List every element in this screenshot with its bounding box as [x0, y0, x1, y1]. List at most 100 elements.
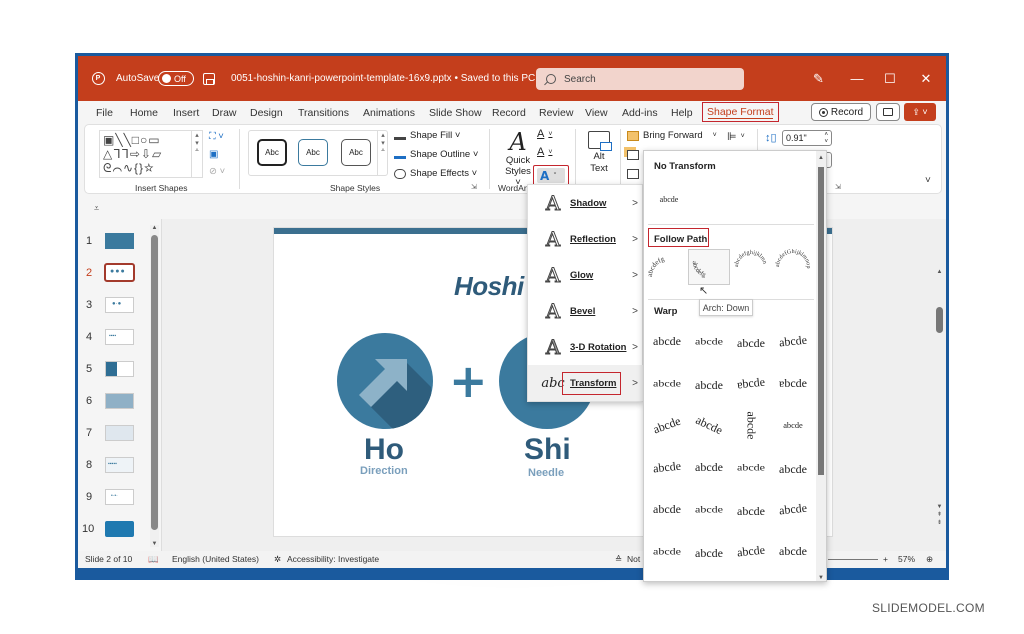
menu-item-reflection[interactable]: A Reflection > [528, 221, 644, 257]
record-button[interactable]: Record [811, 103, 871, 121]
gallery-scrollbar[interactable]: ▲ ▼ [816, 151, 826, 581]
tab-design[interactable]: Design [250, 101, 283, 124]
scrollbar-thumb[interactable] [818, 167, 824, 475]
search-box[interactable]: Search [536, 68, 744, 90]
follow-path-arch[interactable]: abcdefg [648, 249, 690, 285]
shapes-gallery[interactable]: ▣╲╲□○▭ △ᒣᒣ⇨⇩▱ ᘓ⌒∿{}☆ [99, 130, 203, 178]
zoom-slider[interactable] [828, 559, 878, 560]
comments-button[interactable] [876, 103, 900, 121]
slide-thumbnail[interactable]: 9 •·•· [78, 489, 148, 515]
fit-to-window-icon[interactable]: ⊕ [926, 554, 933, 565]
slide-title[interactable]: Hoshi [454, 271, 524, 302]
shape-styles-scroll[interactable]: ▴ ▾ ⩡ [377, 131, 388, 175]
size-dialog-launcher-icon[interactable]: ⇲ [835, 183, 841, 191]
no-transform-option[interactable]: abcde [648, 181, 690, 217]
minimize-button[interactable]: — [847, 56, 867, 101]
tab-home[interactable]: Home [130, 101, 158, 124]
warp-option[interactable]: abcde [772, 449, 814, 485]
scroll-down-icon[interactable]: ▼ [816, 575, 826, 581]
menu-item-3d-rotation[interactable]: A 3-D Rotation > [528, 329, 644, 365]
tab-transitions[interactable]: Transitions [298, 101, 349, 124]
shapes-row[interactable]: △ᒣᒣ⇨⇩▱ [103, 147, 199, 161]
shape-style-preset[interactable]: Abc [298, 139, 328, 166]
menu-item-bevel[interactable]: A Bevel > [528, 293, 644, 329]
maximize-button[interactable]: ☐ [880, 56, 900, 101]
shapes-row[interactable]: ᘓ⌒∿{}☆ [103, 161, 199, 175]
shape-effects-button[interactable]: Shape Effects ˅ [394, 168, 477, 179]
tab-insert[interactable]: Insert [173, 101, 199, 124]
scroll-up-icon[interactable]: ▲ [935, 269, 944, 275]
slide-thumbnail[interactable]: 6 [78, 393, 148, 419]
warp-option[interactable]: abcde [772, 491, 814, 527]
slide-thumbnail[interactable]: 7 [78, 425, 148, 451]
thumbnails-scrollbar[interactable]: ▲ ▼ [150, 225, 159, 547]
warp-option[interactable]: abcde [646, 449, 688, 485]
document-title[interactable]: 0051-hoshin-kanri-powerpoint-template-16… [231, 56, 544, 101]
shape-outline-button[interactable]: Shape Outline ˅ [394, 149, 478, 160]
follow-path-arch-down[interactable]: abcdefg [688, 249, 730, 285]
warp-option[interactable]: abcde [646, 533, 688, 569]
scroll-down-icon[interactable]: ▼ [150, 541, 159, 547]
scrollbar-thumb[interactable] [151, 235, 158, 530]
slide-thumbnail[interactable]: 8 ▪▪▪▪▪ [78, 457, 148, 483]
warp-option[interactable]: abcde [688, 533, 730, 569]
quick-styles-button[interactable]: A Quick Styles ˅ [503, 129, 533, 188]
menu-item-glow[interactable]: A Glow > [528, 257, 644, 293]
edit-shape-icon[interactable]: ⛶ ˅ [209, 131, 224, 142]
slide-thumbnail[interactable]: 10 [78, 521, 148, 547]
tab-view[interactable]: View [585, 101, 608, 124]
direction-arrow-icon[interactable] [337, 333, 433, 429]
warp-option[interactable]: abcde [772, 533, 814, 569]
slide-thumbnail[interactable]: 1 [78, 233, 148, 259]
tab-draw[interactable]: Draw [212, 101, 237, 124]
spelling-icon[interactable]: 📖 [148, 554, 159, 565]
warp-option[interactable]: abcde [772, 407, 814, 443]
pen-icon[interactable]: ✎ [813, 56, 824, 101]
shape-height-input[interactable]: 0.91" ˄ ˅ [782, 130, 832, 146]
warp-option[interactable]: abcde [730, 407, 772, 443]
tab-file[interactable]: File [96, 101, 113, 124]
ribbon-collapse-icon[interactable]: ˅ [925, 175, 931, 186]
warp-option[interactable]: abcde [730, 323, 772, 359]
share-button[interactable]: ⇪ ˅ [904, 103, 936, 121]
text-outline-button[interactable]: A ˅ [537, 146, 552, 158]
warp-option[interactable]: ɐbcde [772, 365, 814, 401]
text-effects-button[interactable]: A ˅ [533, 165, 569, 186]
warp-option[interactable]: abcde [646, 407, 688, 443]
scrollbar-thumb[interactable] [936, 307, 943, 333]
dialog-launcher-icon[interactable]: ⇲ [471, 183, 477, 191]
slide-thumbnail[interactable]: 4 ▪▪▪▪ [78, 329, 148, 355]
warp-option[interactable]: abcde [688, 491, 730, 527]
scroll-up-icon[interactable]: ▲ [816, 155, 826, 161]
customize-qat-icon[interactable]: ⩡ [94, 203, 99, 214]
warp-option[interactable]: abcde [688, 449, 730, 485]
warp-option[interactable]: abcde [730, 491, 772, 527]
notes-button[interactable]: Not [627, 554, 640, 564]
slide-position[interactable]: Slide 2 of 10 [85, 554, 132, 564]
text-fill-button[interactable]: A ˅ [537, 128, 552, 140]
save-icon[interactable] [203, 56, 215, 101]
warp-option[interactable]: abcde [730, 449, 772, 485]
alt-text-button[interactable]: Alt Text [585, 131, 613, 175]
warp-option[interactable]: abcde [646, 365, 688, 401]
bring-forward-button[interactable]: Bring Forward ˅ [627, 130, 717, 141]
slide-thumbnail[interactable]: 3 ●·● [78, 297, 148, 323]
tab-slide-show[interactable]: Slide Show [429, 101, 482, 124]
shape-style-preset[interactable]: Abc [341, 139, 371, 166]
tab-help[interactable]: Help [671, 101, 693, 124]
close-button[interactable]: ✕ [916, 56, 936, 101]
warp-option[interactable]: abcde [772, 323, 814, 359]
text-box-icon[interactable]: ▣ [209, 149, 218, 160]
warp-option[interactable]: abcde [688, 407, 730, 443]
warp-option[interactable]: abcde [646, 491, 688, 527]
shapes-gallery-scroll[interactable]: ▴ ▾ ⩡ [191, 131, 202, 177]
autosave-toggle[interactable]: Off [158, 56, 196, 101]
warp-option[interactable]: abcde [646, 323, 688, 359]
warp-option[interactable]: abcde [688, 365, 730, 401]
warp-option[interactable]: ɐbcde [730, 365, 772, 401]
zoom-in-button[interactable]: + [883, 554, 888, 564]
slide-scrollbar[interactable]: ▲ ▼ ⇞ ⇟ [935, 269, 944, 549]
zoom-level[interactable]: 57% [898, 554, 915, 564]
scroll-nav-icons[interactable]: ▼ ⇞ ⇟ [935, 503, 944, 527]
shapes-row[interactable]: ▣╲╲□○▭ [103, 133, 199, 147]
